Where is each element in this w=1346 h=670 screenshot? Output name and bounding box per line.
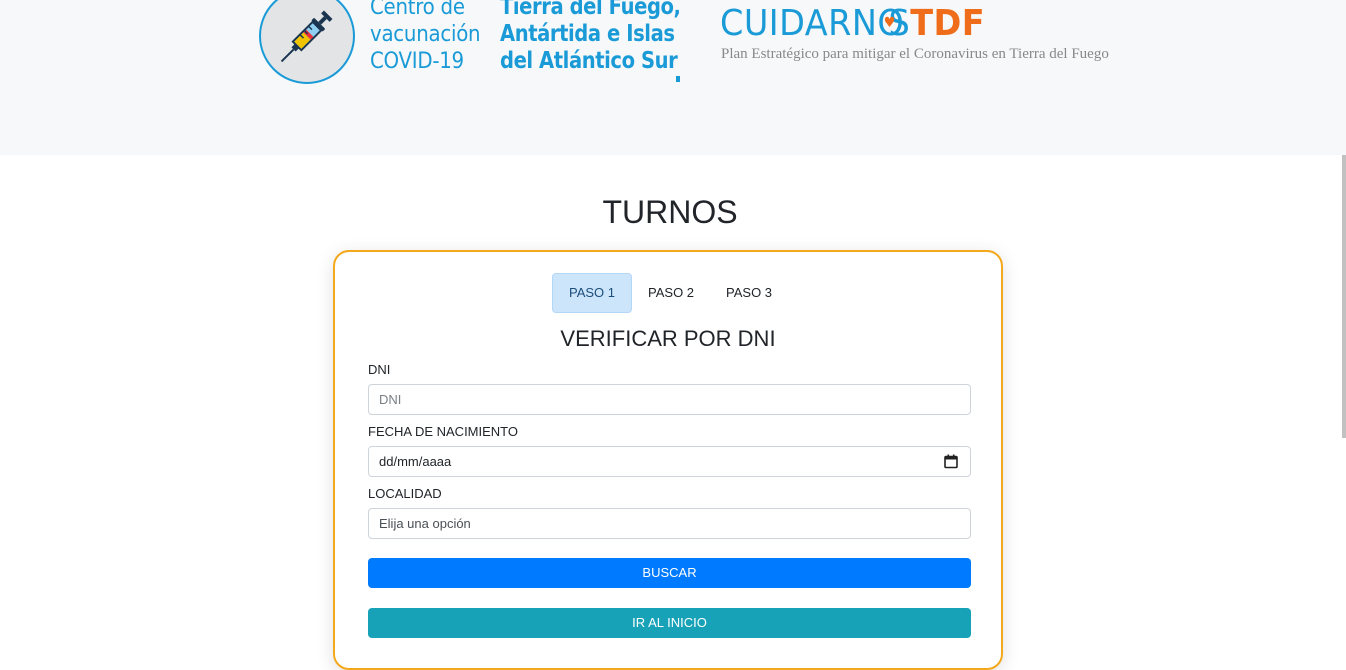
tagline: Plan Estratégico para mitigar el Coronav… bbox=[721, 46, 1109, 62]
site-header: Centro de vacunación COVID-19 Tierra del… bbox=[0, 0, 1346, 155]
birthdate-input[interactable]: dd/mm/aaaa bbox=[368, 446, 971, 477]
brand-accent: TDF bbox=[910, 3, 986, 44]
province-line-1: Tierra del Fuego, bbox=[500, 0, 681, 20]
syringe-icon bbox=[280, 10, 333, 63]
calendar-icon[interactable] bbox=[944, 454, 958, 469]
province-logo-accent bbox=[676, 76, 680, 82]
province-line-2: Antártida e Islas bbox=[500, 21, 675, 47]
dni-input[interactable]: DNI bbox=[368, 384, 971, 415]
dni-label: DNI bbox=[368, 362, 391, 377]
vac-line-1: Centro de bbox=[370, 0, 465, 20]
province-line-3: del Atlántico Sur bbox=[500, 48, 678, 74]
home-button[interactable]: IR AL INICIO bbox=[368, 608, 971, 638]
locality-label: LOCALIDAD bbox=[368, 486, 442, 501]
page-scrollbar[interactable] bbox=[1342, 155, 1346, 438]
brand-main: CUIDARN bbox=[720, 3, 878, 44]
cuidarnos-logo: CUIDARNO♥STDF bbox=[720, 4, 985, 51]
appointment-card: PASO 1 PASO 2 PASO 3 VERIFICAR POR DNI D… bbox=[333, 250, 1003, 670]
page-title: TURNOS bbox=[602, 194, 738, 230]
vaccine-logo bbox=[259, 0, 355, 84]
search-button[interactable]: BUSCAR bbox=[368, 558, 971, 588]
vac-line-3: COVID-19 bbox=[370, 49, 464, 74]
birthdate-label: FECHA DE NACIMIENTO bbox=[368, 424, 519, 439]
tab-paso-2[interactable]: PASO 2 bbox=[632, 273, 710, 313]
province-name: Tierra del Fuego, Antártida e Islas del … bbox=[500, 0, 681, 75]
tab-paso-3[interactable]: PASO 3 bbox=[710, 273, 788, 313]
vac-line-2: vacunación bbox=[370, 22, 481, 47]
step-title: VERIFICAR POR DNI bbox=[560, 326, 776, 351]
locality-select[interactable]: Elija una opción bbox=[368, 508, 971, 539]
birthdate-placeholder: dd/mm/aaaa bbox=[379, 454, 452, 469]
step-tabs: PASO 1 PASO 2 PASO 3 bbox=[552, 273, 788, 313]
tab-paso-1[interactable]: PASO 1 bbox=[552, 273, 633, 313]
vaccination-center-title: Centro de vacunación COVID-19 bbox=[370, 0, 481, 75]
heart-icon: ♥ bbox=[883, 15, 896, 31]
